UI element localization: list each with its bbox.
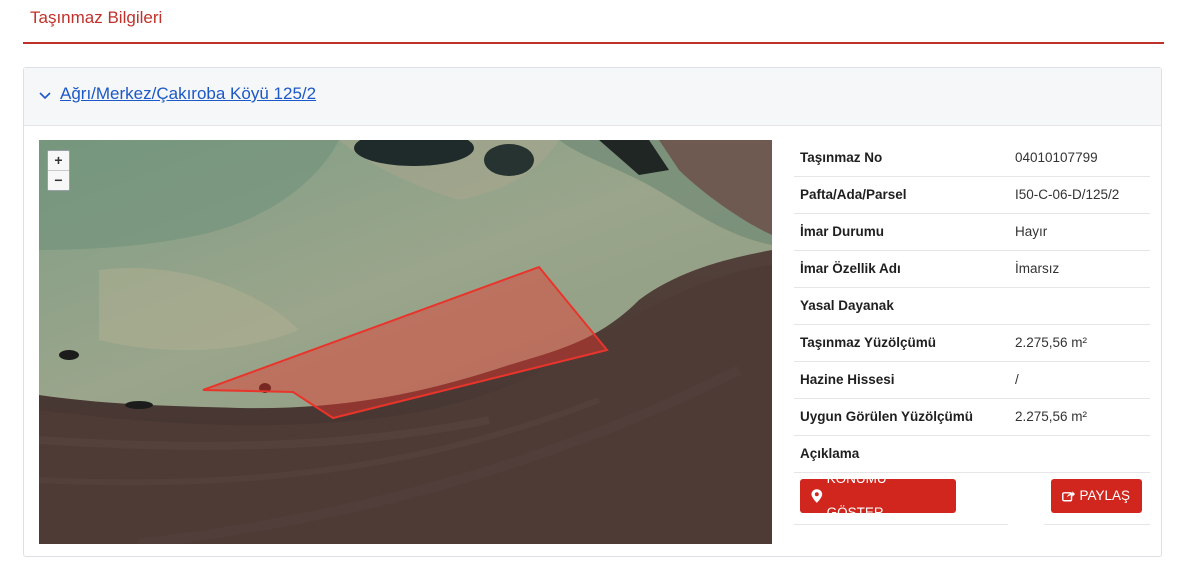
detail-value: Hayır: [1015, 224, 1048, 239]
parcel-boundary: [202, 265, 609, 420]
show-location-label: KONUMU GÖSTER: [826, 471, 887, 520]
detail-label: Yasal Dayanak: [800, 298, 894, 313]
parcel-details: Taşınmaz No 04010107799 Pafta/Ada/Parsel…: [794, 140, 1150, 525]
detail-label: Uygun Görülen Yüzölçümü: [800, 409, 974, 424]
detail-value: 04010107799: [1015, 150, 1098, 165]
zoom-in-button[interactable]: +: [48, 151, 69, 170]
detail-row: Taşınmaz Yüzölçümü 2.275,56 m²: [794, 325, 1150, 362]
page-title: Taşınmaz Bilgileri: [30, 8, 163, 27]
zoom-control: + −: [47, 150, 70, 191]
divider: [794, 524, 1008, 525]
parcel-link[interactable]: Ağrı/Merkez/Çakıroba Köyü 125/2: [60, 84, 316, 104]
divider: [1044, 524, 1150, 525]
detail-label: Taşınmaz No: [800, 150, 883, 165]
detail-value: I50-C-06-D/125/2: [1015, 187, 1120, 202]
detail-value: /: [1015, 372, 1019, 387]
title-divider: [23, 42, 1164, 44]
card-header[interactable]: Ağrı/Merkez/Çakıroba Köyü 125/2: [24, 68, 1161, 126]
zoom-out-button[interactable]: −: [48, 170, 69, 190]
detail-row: İmar Özellik Adı İmarsız: [794, 251, 1150, 288]
detail-actions: KONUMU GÖSTER PAYLAŞ: [794, 471, 1150, 525]
detail-row: Pafta/Ada/Parsel I50-C-06-D/125/2: [794, 177, 1150, 214]
chevron-down-icon[interactable]: [38, 88, 52, 102]
share-icon: [1062, 491, 1076, 502]
detail-row: Hazine Hissesi /: [794, 362, 1150, 399]
satellite-map[interactable]: + −: [39, 140, 772, 544]
map-marker-icon: [811, 489, 823, 503]
detail-value: 2.275,56 m²: [1015, 335, 1088, 350]
detail-row: Uygun Görülen Yüzölçümü 2.275,56 m²: [794, 399, 1150, 436]
detail-label: İmar Durumu: [800, 224, 885, 239]
parcel-card: Ağrı/Merkez/Çakıroba Köyü 125/2 + − Taşı…: [23, 67, 1162, 557]
detail-row: İmar Durumu Hayır: [794, 214, 1150, 251]
detail-value: İmarsız: [1015, 261, 1060, 276]
parcel-polygon: [202, 265, 609, 420]
show-location-button[interactable]: KONUMU GÖSTER: [800, 471, 956, 520]
detail-label: Açıklama: [800, 446, 860, 461]
detail-row: Taşınmaz No 04010107799: [794, 140, 1150, 177]
share-label: PAYLAŞ: [1079, 488, 1130, 503]
detail-label: Hazine Hissesi: [800, 372, 895, 387]
detail-row: Yasal Dayanak: [794, 288, 1150, 325]
detail-label: İmar Özellik Adı: [800, 261, 901, 276]
share-button[interactable]: PAYLAŞ: [1051, 479, 1142, 513]
detail-label: Pafta/Ada/Parsel: [800, 187, 907, 202]
detail-label: Taşınmaz Yüzölçümü: [800, 335, 937, 350]
detail-value: 2.275,56 m²: [1015, 409, 1088, 424]
